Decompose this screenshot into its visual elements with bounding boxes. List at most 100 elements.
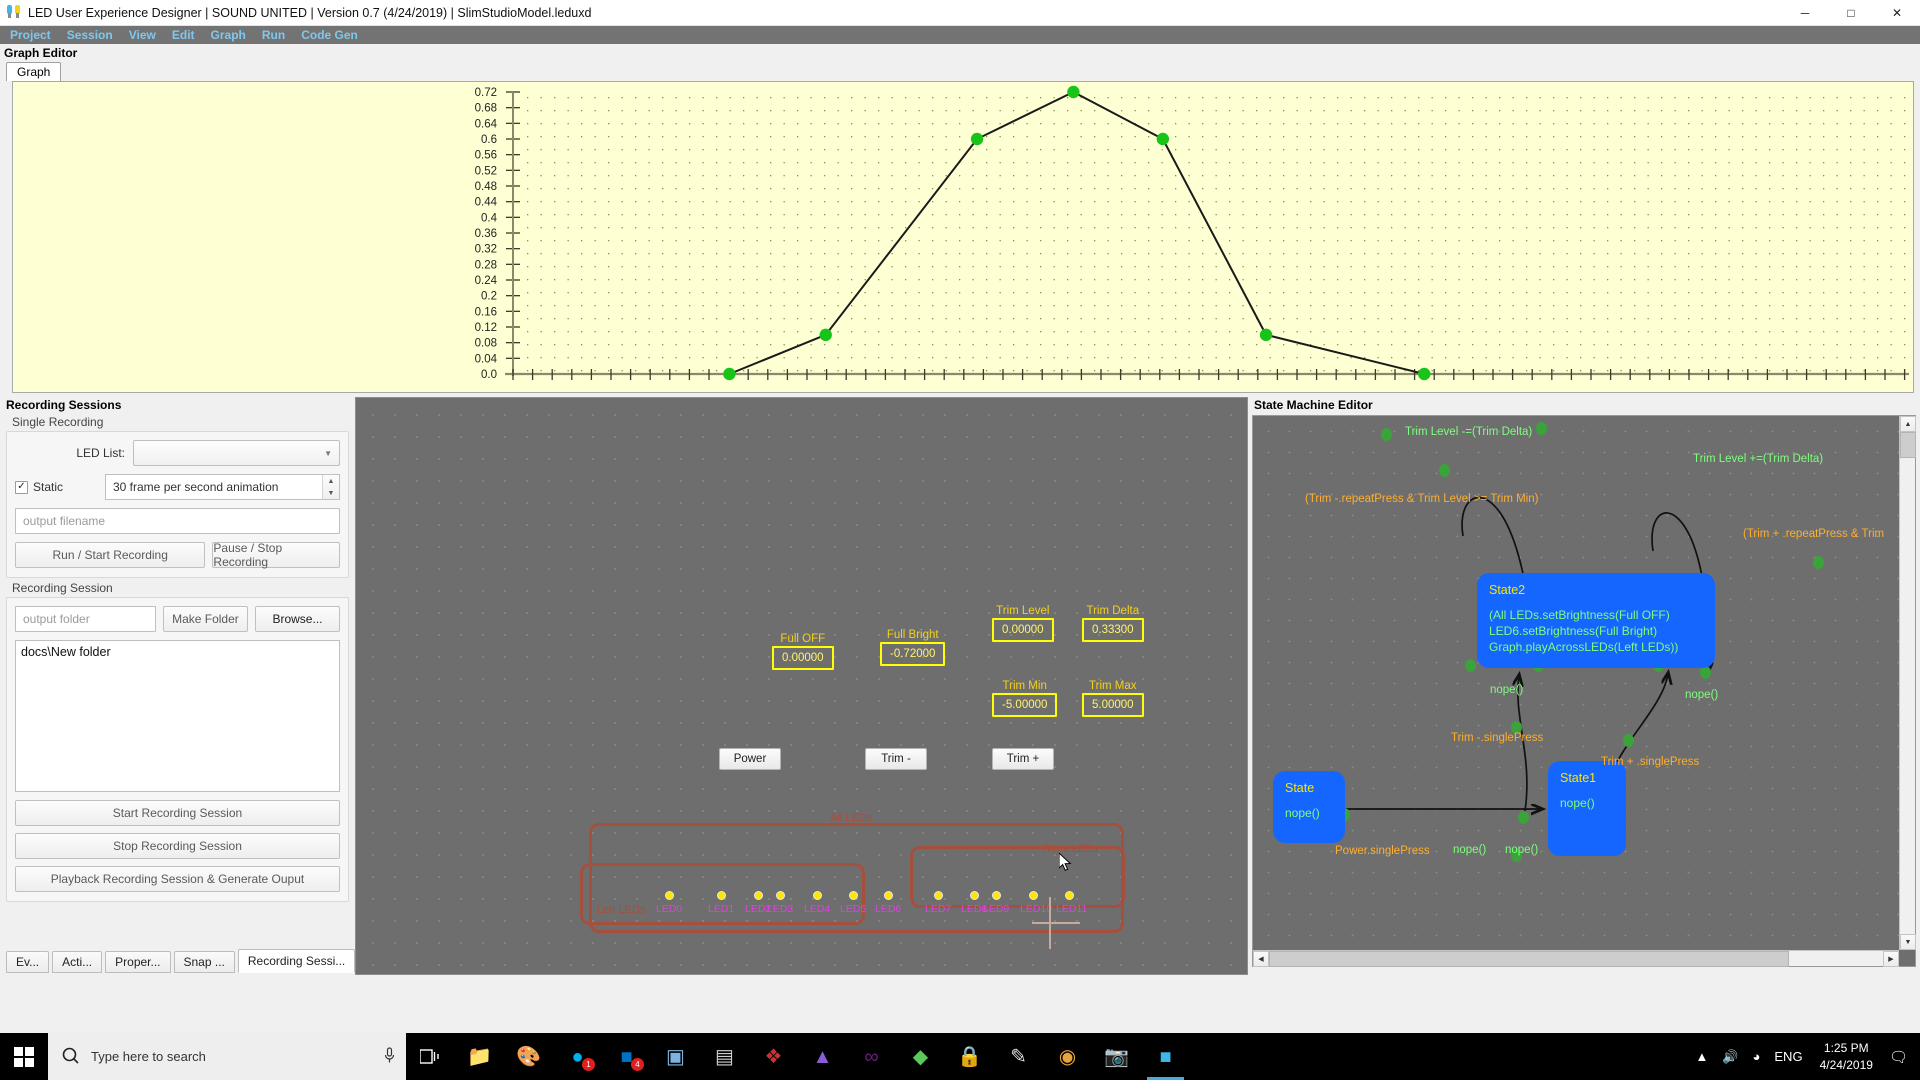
- menu-item-session[interactable]: Session: [67, 28, 113, 42]
- transition-condition-label[interactable]: Trim -.singlePress: [1451, 732, 1543, 744]
- graph-chart-area[interactable]: 0.72 0.68 0.64 0.6 0.56 0.52 0.48 0.44 0.4 0.36 0.…: [12, 81, 1914, 393]
- field-value[interactable]: 5.00000: [1082, 693, 1144, 717]
- tab-events[interactable]: Ev...: [6, 951, 50, 973]
- spinner-up-icon[interactable]: ▲: [323, 475, 339, 487]
- menu-item-run[interactable]: Run: [262, 28, 285, 42]
- led-indicator-led1[interactable]: [717, 891, 726, 900]
- menu-item-edit[interactable]: Edit: [172, 28, 195, 42]
- tab-properties[interactable]: Proper...: [105, 951, 171, 973]
- camera-icon[interactable]: 📷: [1092, 1033, 1141, 1080]
- field-full-off[interactable]: Full OFF 0.00000: [772, 633, 834, 670]
- language-indicator[interactable]: ENG: [1767, 1049, 1809, 1064]
- transition-condition-label[interactable]: (Trim + .repeatPress & Trim: [1743, 528, 1884, 540]
- terminal-icon[interactable]: ▤: [700, 1033, 749, 1080]
- start-button[interactable]: [0, 1033, 48, 1080]
- wifi-icon[interactable]: ◕: [1746, 1049, 1768, 1064]
- skype-icon[interactable]: ● 1: [553, 1033, 602, 1080]
- fps-spinner[interactable]: 30 frame per second animation ▲ ▼: [105, 474, 340, 500]
- field-value[interactable]: 0.00000: [992, 618, 1054, 642]
- menu-item-project[interactable]: Project: [10, 28, 51, 42]
- media-icon[interactable]: ▣: [651, 1033, 700, 1080]
- list-item[interactable]: docs\New folder: [21, 645, 334, 659]
- led-indicator-led7[interactable]: [934, 891, 943, 900]
- vertical-scroll-thumb[interactable]: [1900, 432, 1916, 458]
- field-value[interactable]: -5.00000: [992, 693, 1058, 717]
- state-node-state1[interactable]: State1 nope(): [1548, 761, 1626, 856]
- led-indicator-led10[interactable]: [1029, 891, 1038, 900]
- outlook-icon[interactable]: ■ 4: [602, 1033, 651, 1080]
- connection-handle[interactable]: [1439, 464, 1450, 477]
- transition-condition-label[interactable]: Trim + .singlePress: [1601, 756, 1699, 768]
- browse-button[interactable]: Browse...: [254, 606, 340, 632]
- chrome-icon[interactable]: ◉: [1043, 1033, 1092, 1080]
- scroll-left-icon[interactable]: ◀: [1253, 951, 1269, 967]
- static-checkbox-wrap[interactable]: ✓ Static: [15, 480, 105, 494]
- led-group-right-leds[interactable]: Right LEDs: [910, 843, 1125, 908]
- spinner-down-icon[interactable]: ▼: [323, 487, 339, 499]
- transition-action-label[interactable]: Trim Level -=(Trim Delta): [1405, 426, 1532, 438]
- canvas-button-trim[interactable]: Trim +: [992, 748, 1054, 770]
- output-folder-input[interactable]: output folder: [15, 606, 156, 632]
- led-indicator-led4[interactable]: [813, 891, 822, 900]
- transition-action-label[interactable]: nope(): [1505, 844, 1538, 856]
- led-indicator-led8[interactable]: [970, 891, 979, 900]
- led-indicator-led3[interactable]: [776, 891, 785, 900]
- microphone-icon[interactable]: [383, 1046, 396, 1067]
- field-trim-min[interactable]: Trim Min -5.00000: [992, 680, 1058, 717]
- field-trim-level[interactable]: Trim Level 0.00000: [992, 605, 1054, 642]
- pause-stop-recording-button[interactable]: Pause / Stop Recording: [212, 541, 340, 569]
- connection-handle[interactable]: [1465, 659, 1476, 672]
- connection-handle[interactable]: [1536, 422, 1547, 435]
- field-value[interactable]: 0.33300: [1082, 618, 1144, 642]
- vertical-scrollbar[interactable]: ▲ ▼: [1899, 416, 1916, 950]
- static-checkbox[interactable]: ✓: [15, 480, 28, 494]
- led-indicator-led5[interactable]: [849, 891, 858, 900]
- field-trim-delta[interactable]: Trim Delta 0.33300: [1082, 605, 1144, 642]
- scroll-up-icon[interactable]: ▲: [1900, 416, 1916, 432]
- stop-recording-session-button[interactable]: Stop Recording Session: [15, 833, 340, 859]
- led-list-dropdown[interactable]: ▼: [133, 440, 340, 466]
- field-value[interactable]: -0.72000: [880, 642, 946, 666]
- tab-actions[interactable]: Acti...: [52, 951, 103, 973]
- led-indicator-led2[interactable]: [754, 891, 763, 900]
- field-full-bright[interactable]: Full Bright -0.72000: [880, 629, 946, 666]
- volume-icon[interactable]: 🔊: [1715, 1049, 1745, 1065]
- connection-handle[interactable]: [1518, 811, 1529, 824]
- led-indicator-led6[interactable]: [884, 891, 893, 900]
- scroll-right-icon[interactable]: ▶: [1883, 951, 1899, 967]
- task-view-button[interactable]: [406, 1033, 455, 1080]
- playback-recording-session-button[interactable]: Playback Recording Session & Generate Ou…: [15, 866, 340, 892]
- menu-item-view[interactable]: View: [129, 28, 156, 42]
- keepass-icon[interactable]: 🔒: [945, 1033, 994, 1080]
- connection-handle[interactable]: [1381, 428, 1392, 441]
- notifications-icon[interactable]: 🗨: [1883, 1048, 1920, 1066]
- search-input[interactable]: Type here to search: [48, 1033, 406, 1080]
- unity-icon[interactable]: ◆: [896, 1033, 945, 1080]
- tab-graph[interactable]: Graph: [6, 62, 62, 81]
- connection-handle[interactable]: [1813, 556, 1824, 569]
- canvas-button-power[interactable]: Power: [719, 748, 781, 770]
- clock[interactable]: 1:25 PM 4/24/2019: [1810, 1040, 1883, 1072]
- connection-handle[interactable]: [1623, 734, 1634, 747]
- field-value[interactable]: 0.00000: [772, 646, 834, 670]
- transition-action-label[interactable]: Trim Level +=(Trim Delta): [1693, 453, 1823, 465]
- transition-action-label[interactable]: nope(): [1685, 689, 1718, 701]
- led-indicator-led11[interactable]: [1065, 891, 1074, 900]
- state-machine-canvas[interactable]: State nope() State1 nope() State2 (All LEDs.s…: [1253, 416, 1899, 950]
- menu-item-code-gen[interactable]: Code Gen: [301, 28, 358, 42]
- folder-list[interactable]: docs\New folder: [15, 640, 340, 792]
- show-hidden-icons-icon[interactable]: ▲: [1688, 1049, 1715, 1064]
- transition-condition-label[interactable]: (Trim -.repeatPress & Trim Level >= Trim…: [1305, 493, 1538, 505]
- led-indicator-led0[interactable]: [665, 891, 674, 900]
- editor-icon[interactable]: ▲: [798, 1033, 847, 1080]
- state-node-state[interactable]: State nope(): [1273, 771, 1345, 843]
- device-canvas[interactable]: Full OFF 0.00000 Full Bright -0.72000 Trim L…: [355, 397, 1248, 975]
- led-designer-taskbar-icon[interactable]: ■: [1141, 1033, 1190, 1080]
- tab-recording-sessions[interactable]: Recording Sessi...: [237, 949, 356, 973]
- file-explorer-icon[interactable]: 📁: [455, 1033, 504, 1080]
- horizontal-scrollbar[interactable]: ◀ ▶: [1253, 950, 1899, 967]
- minimize-button[interactable]: ─: [1782, 0, 1828, 26]
- horizontal-scroll-thumb[interactable]: [1269, 951, 1789, 967]
- field-trim-max[interactable]: Trim Max 5.00000: [1082, 680, 1144, 717]
- paint-icon[interactable]: 🎨: [504, 1033, 553, 1080]
